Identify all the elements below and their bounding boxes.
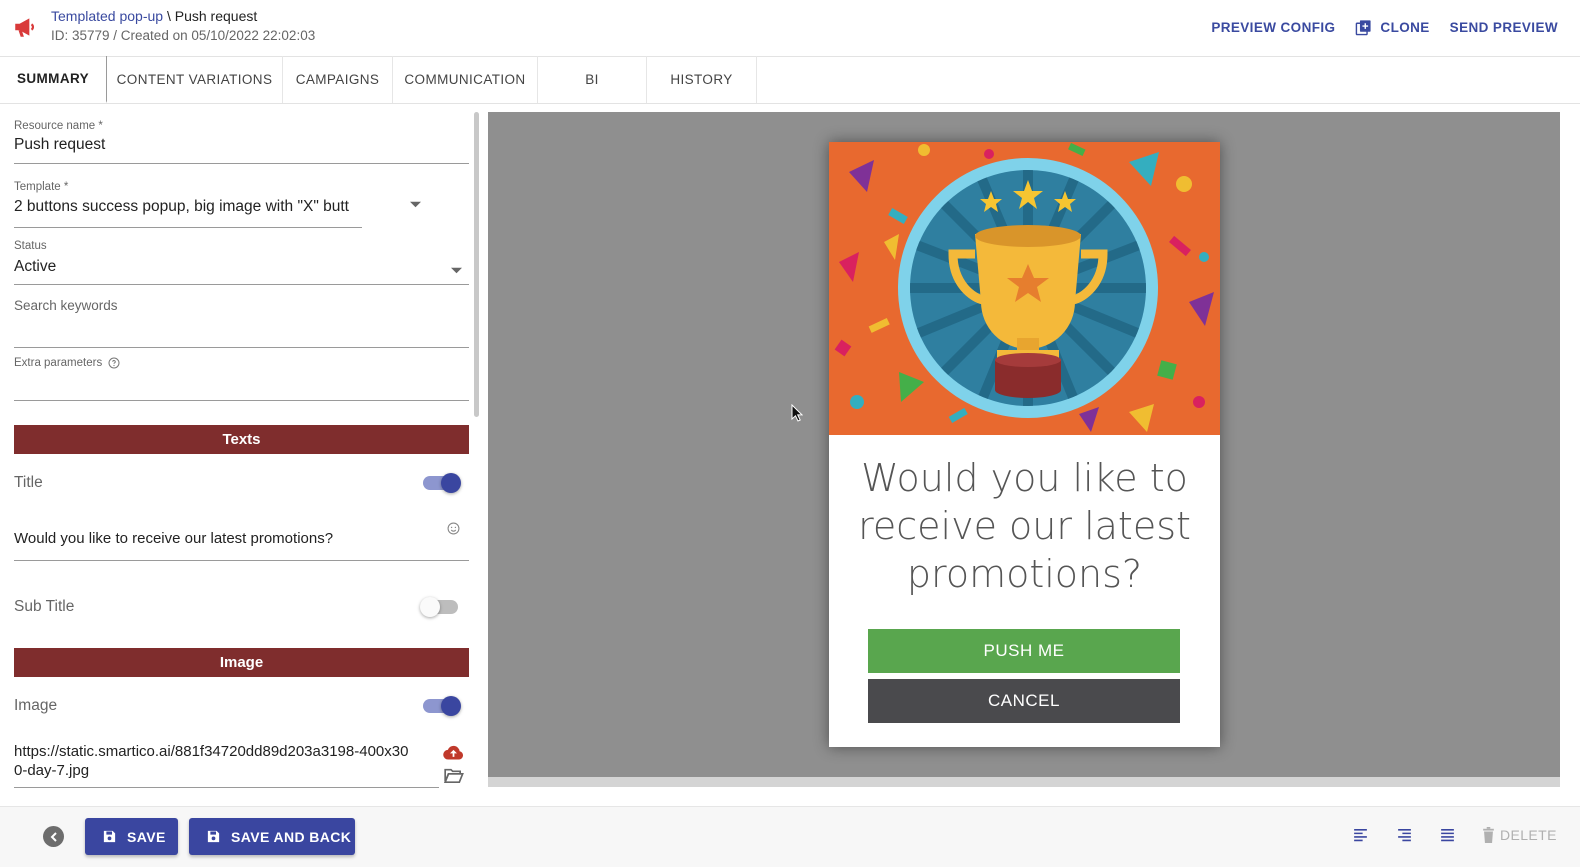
save-and-back-label: SAVE AND BACK <box>231 828 352 845</box>
resource-name-field[interactable]: Resource name * Push request <box>14 120 469 164</box>
status-label: Status <box>14 240 47 252</box>
template-label: Template * <box>14 181 69 193</box>
trash-icon <box>1483 827 1494 843</box>
save-button[interactable]: SAVE <box>85 818 178 855</box>
preview-config-label: PREVIEW CONFIG <box>1211 20 1336 35</box>
resource-name-value[interactable]: Push request <box>14 136 469 154</box>
push-me-button[interactable]: PUSH ME <box>868 629 1180 673</box>
texts-section-header: Texts <box>14 425 469 454</box>
send-preview-label: SEND PREVIEW <box>1449 20 1558 35</box>
emoji-icon[interactable] <box>447 522 460 535</box>
align-justify-icon[interactable] <box>1439 827 1456 844</box>
search-keywords-label: Search keywords <box>14 298 118 313</box>
cloud-upload-icon[interactable] <box>443 745 464 760</box>
tab-campaigns[interactable]: CAMPAIGNS <box>283 56 393 103</box>
breadcrumb-separator: \ <box>166 8 171 24</box>
clone-label: CLONE <box>1380 20 1430 35</box>
header-actions: PREVIEW CONFIG CLONE SEND PREVIEW <box>1191 19 1558 36</box>
send-preview-button[interactable]: SEND PREVIEW <box>1450 20 1558 35</box>
breadcrumb: Templated pop-up \ Push request <box>51 8 257 24</box>
template-value[interactable]: 2 buttons success popup, big image with … <box>14 198 362 216</box>
tab-history[interactable]: HISTORY <box>647 56 757 103</box>
image-url-value[interactable]: https://static.smartico.ai/881f34720dd89… <box>14 742 414 780</box>
image-toggle[interactable] <box>423 696 461 716</box>
chevron-down-icon[interactable] <box>451 267 462 274</box>
tab-communication[interactable]: COMMUNICATION <box>393 56 538 103</box>
floppy-disk-icon <box>103 830 116 843</box>
chevron-down-icon[interactable] <box>410 201 421 208</box>
template-select[interactable]: Template * 2 buttons success popup, big … <box>14 181 469 229</box>
breadcrumb-parent-link[interactable]: Templated pop-up <box>51 8 163 24</box>
align-left-icon[interactable] <box>1352 827 1369 844</box>
folder-open-icon[interactable] <box>443 768 464 783</box>
extra-parameters-label-row: Extra parameters <box>14 357 469 369</box>
save-and-back-button[interactable]: SAVE AND BACK <box>189 818 355 855</box>
tab-bar: SUMMARY CONTENT VARIATIONS CAMPAIGNS COM… <box>0 56 1580 104</box>
clone-button[interactable]: CLONE <box>1355 19 1429 36</box>
popup-preview: Would you like to receive our latest pro… <box>829 142 1220 747</box>
extra-parameters-input[interactable]: Extra parameters <box>14 357 469 402</box>
search-keywords-input[interactable]: Search keywords <box>14 298 469 348</box>
tab-content-variations[interactable]: CONTENT VARIATIONS <box>107 56 283 103</box>
form-scrollbar[interactable] <box>474 112 479 417</box>
cancel-button[interactable]: CANCEL <box>868 679 1180 723</box>
image-section-header: Image <box>14 648 469 677</box>
record-meta: ID: 35779 / Created on 05/10/2022 22:02:… <box>51 28 316 43</box>
back-button[interactable] <box>43 826 64 847</box>
breadcrumb-current: Push request <box>174 8 258 24</box>
trophy-illustration <box>829 142 1220 435</box>
preview-horizontal-scrollbar[interactable] <box>488 777 1560 787</box>
tab-bi[interactable]: BI <box>538 56 647 103</box>
tab-summary[interactable]: SUMMARY <box>0 56 107 103</box>
title-text-value[interactable]: Would you like to receive our latest pro… <box>14 530 333 547</box>
status-value[interactable]: Active <box>14 258 469 276</box>
delete-button[interactable]: DELETE <box>1482 827 1557 843</box>
preview-config-button[interactable]: PREVIEW CONFIG <box>1211 20 1335 35</box>
title-text-input[interactable]: Would you like to receive our latest pro… <box>14 514 469 561</box>
subtitle-toggle-label: Sub Title <box>14 598 75 615</box>
clone-icon <box>1356 20 1372 36</box>
floppy-disk-icon <box>207 830 220 843</box>
resource-name-label: Resource name * <box>14 120 103 132</box>
chevron-left-icon <box>50 831 57 842</box>
mouse-cursor-icon <box>791 404 803 422</box>
title-toggle-label: Title <box>14 474 43 491</box>
top-bar: Templated pop-up \ Push request ID: 3577… <box>0 0 1580 57</box>
save-label: SAVE <box>127 828 166 845</box>
form-panel: Resource name * Push request Template * … <box>0 104 488 804</box>
subtitle-toggle[interactable] <box>420 597 458 617</box>
help-icon[interactable] <box>108 357 120 369</box>
image-url-input[interactable]: https://static.smartico.ai/881f34720dd89… <box>14 742 469 788</box>
title-toggle[interactable] <box>423 473 461 493</box>
align-right-icon[interactable] <box>1396 827 1413 844</box>
megaphone-icon <box>15 18 34 37</box>
status-select[interactable]: Status Active <box>14 240 469 286</box>
image-toggle-label: Image <box>14 697 58 714</box>
footer-toolbar: SAVE SAVE AND BACK DELETE <box>0 806 1580 867</box>
delete-label: DELETE <box>1500 827 1557 843</box>
extra-parameters-label: Extra parameters <box>14 357 103 369</box>
popup-title: Would you like to receive our latest pro… <box>858 456 1191 596</box>
